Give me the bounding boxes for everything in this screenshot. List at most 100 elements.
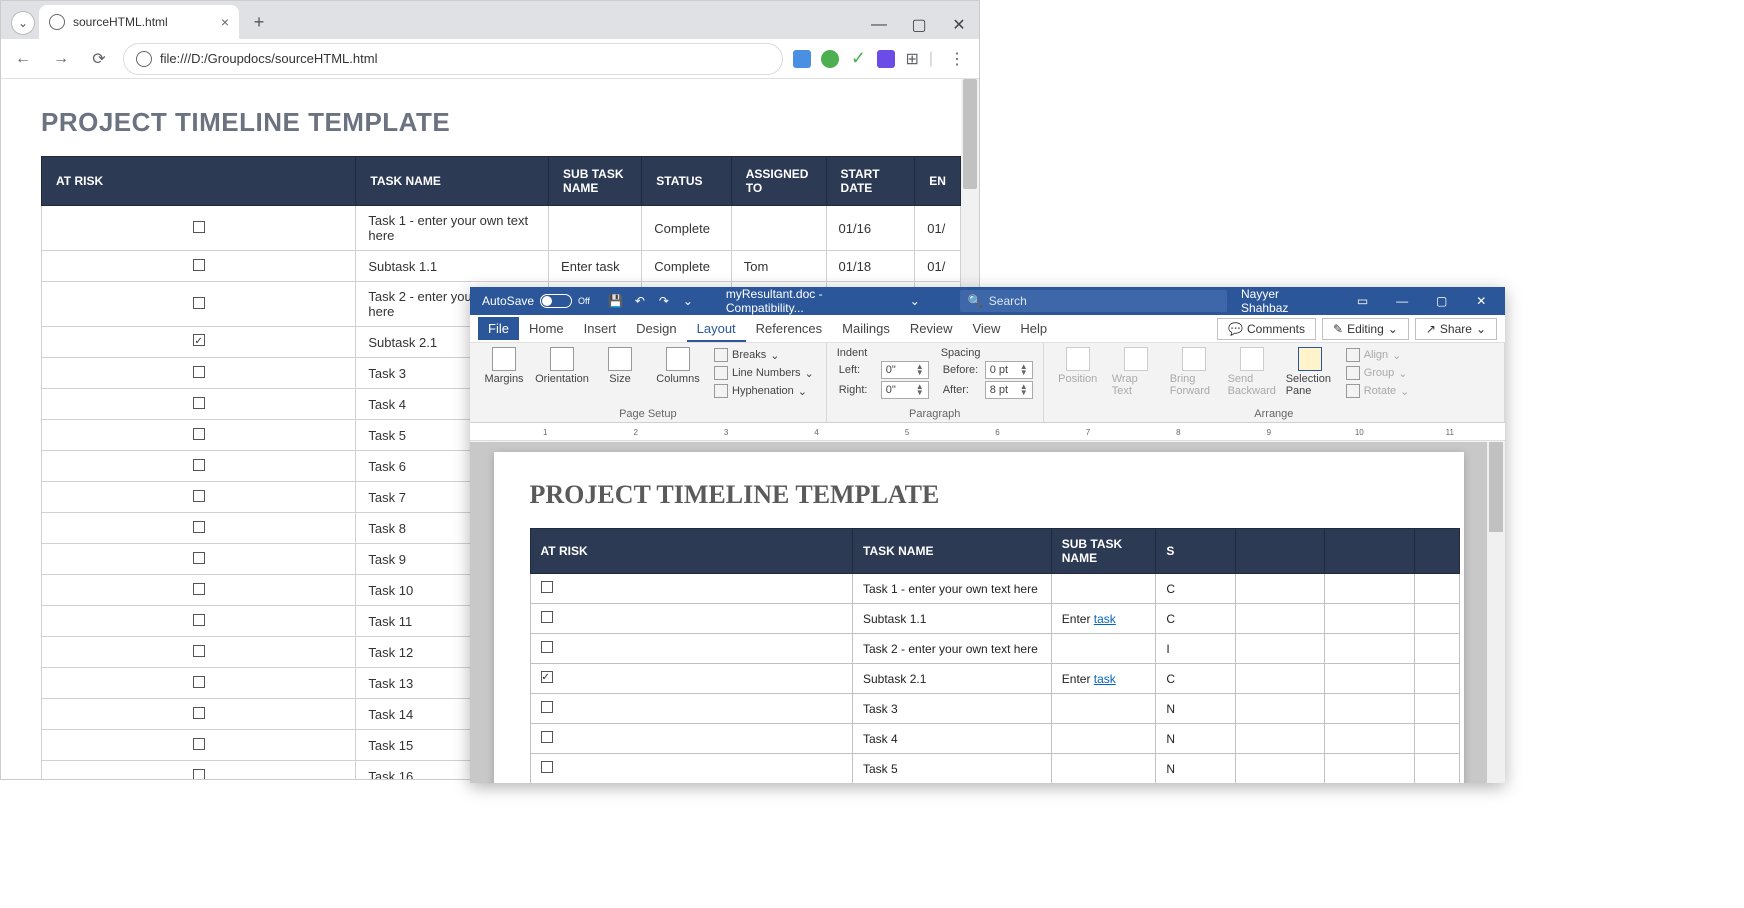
checkbox[interactable] xyxy=(193,397,205,409)
editing-button[interactable]: ✎Editing⌄ xyxy=(1322,318,1409,340)
ribbon-tab-mailings[interactable]: Mailings xyxy=(832,317,900,340)
hyphenation-icon xyxy=(714,384,728,398)
ribbon-tab-view[interactable]: View xyxy=(962,317,1010,340)
checkbox[interactable] xyxy=(193,428,205,440)
checkbox[interactable] xyxy=(193,769,205,780)
reload-button[interactable]: ⟳ xyxy=(85,45,113,73)
undo-icon[interactable]: ↶ xyxy=(632,293,648,309)
group-button[interactable]: Group⌄ xyxy=(1344,365,1412,381)
search-box[interactable]: 🔍 Search xyxy=(960,290,1227,312)
bring-forward-button[interactable]: Bring Forward xyxy=(1170,347,1218,397)
checkbox[interactable] xyxy=(541,641,553,653)
tab-search-icon[interactable]: ⌄ xyxy=(11,11,35,35)
checkbox[interactable] xyxy=(541,701,553,713)
breaks-button[interactable]: Breaks⌄ xyxy=(712,347,816,363)
ribbon-display-icon[interactable]: ▭ xyxy=(1343,287,1383,315)
spacing-after-input[interactable]: 8 pt▲▼ xyxy=(985,381,1033,399)
close-window-button[interactable]: ✕ xyxy=(939,11,979,39)
checkbox[interactable] xyxy=(541,581,553,593)
checkbox[interactable] xyxy=(193,334,205,346)
comments-button[interactable]: 💬Comments xyxy=(1217,318,1316,340)
column-header: SUB TASK NAME xyxy=(1051,529,1156,574)
new-tab-button[interactable]: + xyxy=(245,8,273,36)
ribbon-tab-references[interactable]: References xyxy=(746,317,832,340)
ribbon-tab-file[interactable]: File xyxy=(478,317,519,340)
minimize-button[interactable]: — xyxy=(859,11,899,39)
checkbox[interactable] xyxy=(541,731,553,743)
site-info-icon[interactable] xyxy=(136,51,152,67)
qat-dropdown-icon[interactable]: ⌄ xyxy=(680,293,696,309)
checkbox[interactable] xyxy=(193,366,205,378)
hyphenation-button[interactable]: Hyphenation⌄ xyxy=(712,383,816,399)
columns-button[interactable]: Columns xyxy=(654,347,702,385)
selection-pane-button[interactable]: Selection Pane xyxy=(1286,347,1334,397)
line-numbers-button[interactable]: Line Numbers⌄ xyxy=(712,365,816,381)
checkbox[interactable] xyxy=(193,459,205,471)
share-icon: ↗ xyxy=(1426,322,1436,336)
indent-right-input[interactable]: 0"▲▼ xyxy=(881,381,929,399)
checkbox[interactable] xyxy=(193,614,205,626)
rotate-button[interactable]: Rotate⌄ xyxy=(1344,383,1412,399)
checkbox[interactable] xyxy=(193,297,205,309)
title-dropdown-icon[interactable]: ⌄ xyxy=(910,294,920,308)
checkbox[interactable] xyxy=(193,645,205,657)
address-bar[interactable]: file:///D:/Groupdocs/sourceHTML.html xyxy=(123,43,783,75)
word-minimize-button[interactable]: — xyxy=(1382,287,1422,315)
back-button[interactable]: ← xyxy=(9,45,37,73)
checkbox[interactable] xyxy=(193,583,205,595)
ext-icon-1[interactable] xyxy=(793,50,811,68)
ribbon-tab-design[interactable]: Design xyxy=(626,317,686,340)
pencil-icon: ✎ xyxy=(1333,322,1343,336)
checkbox[interactable] xyxy=(541,761,553,773)
extensions-icon[interactable]: ⊞ xyxy=(905,49,918,69)
align-button[interactable]: Align⌄ xyxy=(1344,347,1412,363)
indent-left-input[interactable]: 0"▲▼ xyxy=(881,361,929,379)
ruler[interactable]: 1234567891011 xyxy=(470,423,1505,441)
margins-button[interactable]: Margins xyxy=(480,347,528,385)
user-name[interactable]: Nayyer Shahbaz xyxy=(1227,287,1343,315)
browser-tab[interactable]: sourceHTML.html × xyxy=(39,5,239,39)
ext-icon-3[interactable]: ✓ xyxy=(849,50,867,68)
ext-icon-2[interactable] xyxy=(821,50,839,68)
orientation-button[interactable]: Orientation xyxy=(538,347,586,385)
checkbox[interactable] xyxy=(193,552,205,564)
autosave-toggle[interactable]: AutoSave Off xyxy=(474,294,598,308)
checkbox[interactable] xyxy=(193,221,205,233)
word-maximize-button[interactable]: ▢ xyxy=(1422,287,1462,315)
redo-icon[interactable]: ↷ xyxy=(656,293,672,309)
ribbon-tab-home[interactable]: Home xyxy=(519,317,574,340)
word-scrollbar[interactable] xyxy=(1487,442,1505,783)
wrap-text-button[interactable]: Wrap Text xyxy=(1112,347,1160,397)
checkbox[interactable] xyxy=(541,611,553,623)
checkbox[interactable] xyxy=(193,521,205,533)
checkbox[interactable] xyxy=(193,259,205,271)
ribbon-tab-insert[interactable]: Insert xyxy=(574,317,627,340)
scroll-thumb[interactable] xyxy=(963,79,977,189)
position-button[interactable]: Position xyxy=(1054,347,1102,385)
task-link[interactable]: task xyxy=(1094,672,1116,686)
checkbox[interactable] xyxy=(193,738,205,750)
ribbon-tab-layout[interactable]: Layout xyxy=(687,317,746,342)
word-scroll-thumb[interactable] xyxy=(1489,442,1503,532)
share-button[interactable]: ↗Share⌄ xyxy=(1415,318,1497,340)
ext-icon-4[interactable] xyxy=(877,50,895,68)
chrome-menu-button[interactable]: ⋮ xyxy=(943,45,971,73)
ribbon-tab-help[interactable]: Help xyxy=(1010,317,1057,340)
extension-icons: ✓ ⊞ | xyxy=(793,49,933,69)
checkbox[interactable] xyxy=(193,707,205,719)
task-link[interactable]: task xyxy=(1094,612,1116,626)
word-close-button[interactable]: ✕ xyxy=(1461,287,1501,315)
checkbox[interactable] xyxy=(193,490,205,502)
forward-button[interactable]: → xyxy=(47,45,75,73)
spacing-before-input[interactable]: 0 pt▲▼ xyxy=(985,361,1033,379)
maximize-button[interactable]: ▢ xyxy=(899,11,939,39)
group-label: Arrange xyxy=(1054,406,1494,420)
size-button[interactable]: Size xyxy=(596,347,644,385)
doc-heading: PROJECT TIMELINE TEMPLATE xyxy=(530,480,1428,510)
close-tab-icon[interactable]: × xyxy=(221,14,229,30)
checkbox[interactable] xyxy=(193,676,205,688)
send-backward-button[interactable]: Send Backward xyxy=(1228,347,1276,397)
checkbox[interactable] xyxy=(541,671,553,683)
ribbon-tab-review[interactable]: Review xyxy=(900,317,963,340)
save-icon[interactable]: 💾 xyxy=(608,293,624,309)
